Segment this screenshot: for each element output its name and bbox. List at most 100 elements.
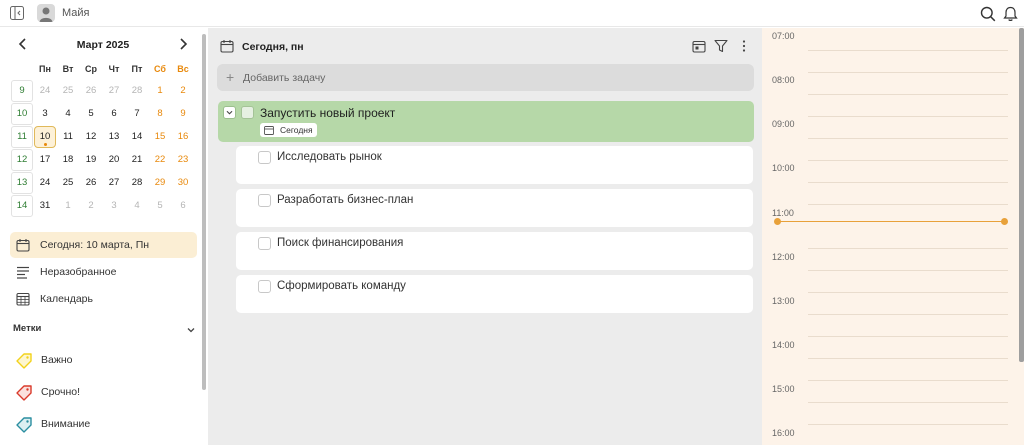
calendar-day[interactable]: 18 bbox=[57, 149, 79, 171]
chevron-right-icon[interactable] bbox=[176, 37, 190, 51]
filter-icon[interactable] bbox=[714, 39, 728, 53]
calendar-day[interactable]: 17 bbox=[34, 149, 56, 171]
calendar-day[interactable]: 6 bbox=[172, 195, 194, 217]
add-task-input[interactable]: + Добавить задачу bbox=[217, 64, 754, 91]
calendar-day[interactable]: 4 bbox=[57, 103, 79, 125]
tag-label: Внимание bbox=[41, 418, 91, 430]
calendar-day[interactable]: 2 bbox=[80, 195, 102, 217]
tag-item-important[interactable]: Важно bbox=[14, 349, 174, 371]
calendar-day[interactable]: 19 bbox=[80, 149, 102, 171]
calendar-day[interactable]: 1 bbox=[149, 80, 171, 102]
slot-divider bbox=[808, 402, 1008, 403]
slot-divider bbox=[808, 270, 1008, 271]
nav-item-today[interactable]: Сегодня: 10 марта, Пн bbox=[10, 232, 197, 258]
subtask-title[interactable]: Поиск финансирования bbox=[277, 237, 403, 249]
calendar-day[interactable]: 27 bbox=[103, 80, 125, 102]
calendar-day[interactable]: 8 bbox=[149, 103, 171, 125]
calendar-month-title[interactable]: Март 2025 bbox=[48, 39, 158, 51]
task-title[interactable]: Запустить новый проект bbox=[260, 106, 395, 120]
calendar-view-icon[interactable] bbox=[692, 39, 706, 53]
calendar-day[interactable]: 26 bbox=[80, 172, 102, 194]
calendar-day[interactable]: 5 bbox=[80, 103, 102, 125]
chevron-down-icon[interactable] bbox=[223, 106, 236, 119]
week-number[interactable]: 10 bbox=[11, 103, 33, 125]
calendar-day[interactable]: 20 bbox=[103, 149, 125, 171]
current-time-marker bbox=[1001, 218, 1008, 225]
chevron-left-icon[interactable] bbox=[16, 37, 30, 51]
calendar-day[interactable]: 9 bbox=[172, 103, 194, 125]
hour-label: 12:00 bbox=[772, 252, 795, 262]
week-number[interactable]: 9 bbox=[11, 80, 33, 102]
task-checkbox[interactable] bbox=[258, 280, 271, 293]
calendar-day[interactable]: 27 bbox=[103, 172, 125, 194]
nav-item-calendar[interactable]: Календарь bbox=[10, 286, 197, 312]
task-card-main[interactable]: Запустить новый проект Сегодня bbox=[218, 101, 754, 142]
subtask-card[interactable]: Поиск финансирования bbox=[236, 232, 753, 270]
search-icon[interactable] bbox=[980, 6, 996, 22]
chevron-down-icon[interactable] bbox=[186, 325, 196, 335]
tag-item-urgent[interactable]: Срочно! bbox=[14, 381, 174, 403]
nav-item-inbox[interactable]: Неразобранное bbox=[10, 259, 197, 285]
calendar-day[interactable]: 12 bbox=[80, 126, 102, 148]
calendar-day[interactable]: 28 bbox=[126, 80, 148, 102]
calendar-day[interactable]: 1 bbox=[57, 195, 79, 217]
weekday-header: Сб bbox=[154, 64, 166, 74]
calendar-day[interactable]: 16 bbox=[172, 126, 194, 148]
week-number[interactable]: 14 bbox=[11, 195, 33, 217]
calendar-day[interactable]: 6 bbox=[103, 103, 125, 125]
sidebar-scrollbar[interactable] bbox=[202, 34, 206, 390]
user-avatar-icon[interactable] bbox=[37, 4, 55, 22]
calendar-week-row: 13 24 25 26 27 28 29 30 bbox=[11, 172, 197, 195]
subtask-card[interactable]: Сформировать команду bbox=[236, 275, 753, 313]
calendar-day[interactable]: 29 bbox=[149, 172, 171, 194]
calendar-day[interactable]: 2 bbox=[172, 80, 194, 102]
subtask-card[interactable]: Разработать бизнес-план bbox=[236, 189, 753, 227]
tags-section-header[interactable]: Метки bbox=[13, 323, 41, 334]
calendar-day[interactable]: 24 bbox=[34, 80, 56, 102]
calendar-day[interactable]: 25 bbox=[57, 172, 79, 194]
bell-icon[interactable] bbox=[1003, 6, 1018, 22]
day-timeline[interactable]: 07:00 08:00 09:00 10:00 11:00 12:00 13:0… bbox=[762, 28, 1024, 445]
calendar-day[interactable]: 21 bbox=[126, 149, 148, 171]
calendar-day[interactable]: 28 bbox=[126, 172, 148, 194]
task-checkbox[interactable] bbox=[258, 237, 271, 250]
calendar-day[interactable]: 31 bbox=[34, 195, 56, 217]
week-number[interactable]: 11 bbox=[11, 126, 33, 148]
calendar-day[interactable]: 3 bbox=[103, 195, 125, 217]
week-number[interactable]: 12 bbox=[11, 149, 33, 171]
calendar-day[interactable]: 15 bbox=[149, 126, 171, 148]
task-checkbox[interactable] bbox=[241, 106, 254, 119]
subtask-title[interactable]: Разработать бизнес-план bbox=[277, 194, 413, 206]
subtask-title[interactable]: Сформировать команду bbox=[277, 280, 406, 292]
subtask-card[interactable]: Исследовать рынок bbox=[236, 146, 753, 184]
calendar-day[interactable]: 25 bbox=[57, 80, 79, 102]
calendar-day[interactable]: 23 bbox=[172, 149, 194, 171]
calendar-icon bbox=[220, 40, 234, 53]
more-vertical-icon[interactable] bbox=[741, 39, 747, 53]
username-label[interactable]: Майя bbox=[62, 7, 90, 19]
calendar-day[interactable]: 26 bbox=[80, 80, 102, 102]
calendar-day[interactable]: 5 bbox=[149, 195, 171, 217]
week-number[interactable]: 13 bbox=[11, 172, 33, 194]
subtask-title[interactable]: Исследовать рынок bbox=[277, 151, 382, 163]
hour-label: 16:00 bbox=[772, 428, 795, 438]
sidebar-toggle-icon[interactable] bbox=[10, 6, 24, 20]
calendar-day[interactable]: 22 bbox=[149, 149, 171, 171]
lines-icon bbox=[17, 266, 29, 279]
timeline-scrollbar[interactable] bbox=[1019, 28, 1024, 362]
calendar-day[interactable]: 24 bbox=[34, 172, 56, 194]
task-checkbox[interactable] bbox=[258, 151, 271, 164]
tag-item-attention[interactable]: Внимание bbox=[14, 413, 174, 435]
due-date-badge[interactable]: Сегодня bbox=[260, 123, 317, 137]
calendar-day[interactable]: 13 bbox=[103, 126, 125, 148]
task-checkbox[interactable] bbox=[258, 194, 271, 207]
calendar-day[interactable]: 14 bbox=[126, 126, 148, 148]
calendar-day[interactable]: 3 bbox=[34, 103, 56, 125]
calendar-day[interactable]: 30 bbox=[172, 172, 194, 194]
calendar-day[interactable]: 7 bbox=[126, 103, 148, 125]
weekday-header: Пн bbox=[39, 64, 51, 74]
slot-divider bbox=[808, 358, 1008, 359]
calendar-day-selected[interactable]: 10 bbox=[34, 126, 56, 148]
calendar-day[interactable]: 4 bbox=[126, 195, 148, 217]
calendar-day[interactable]: 11 bbox=[57, 126, 79, 148]
